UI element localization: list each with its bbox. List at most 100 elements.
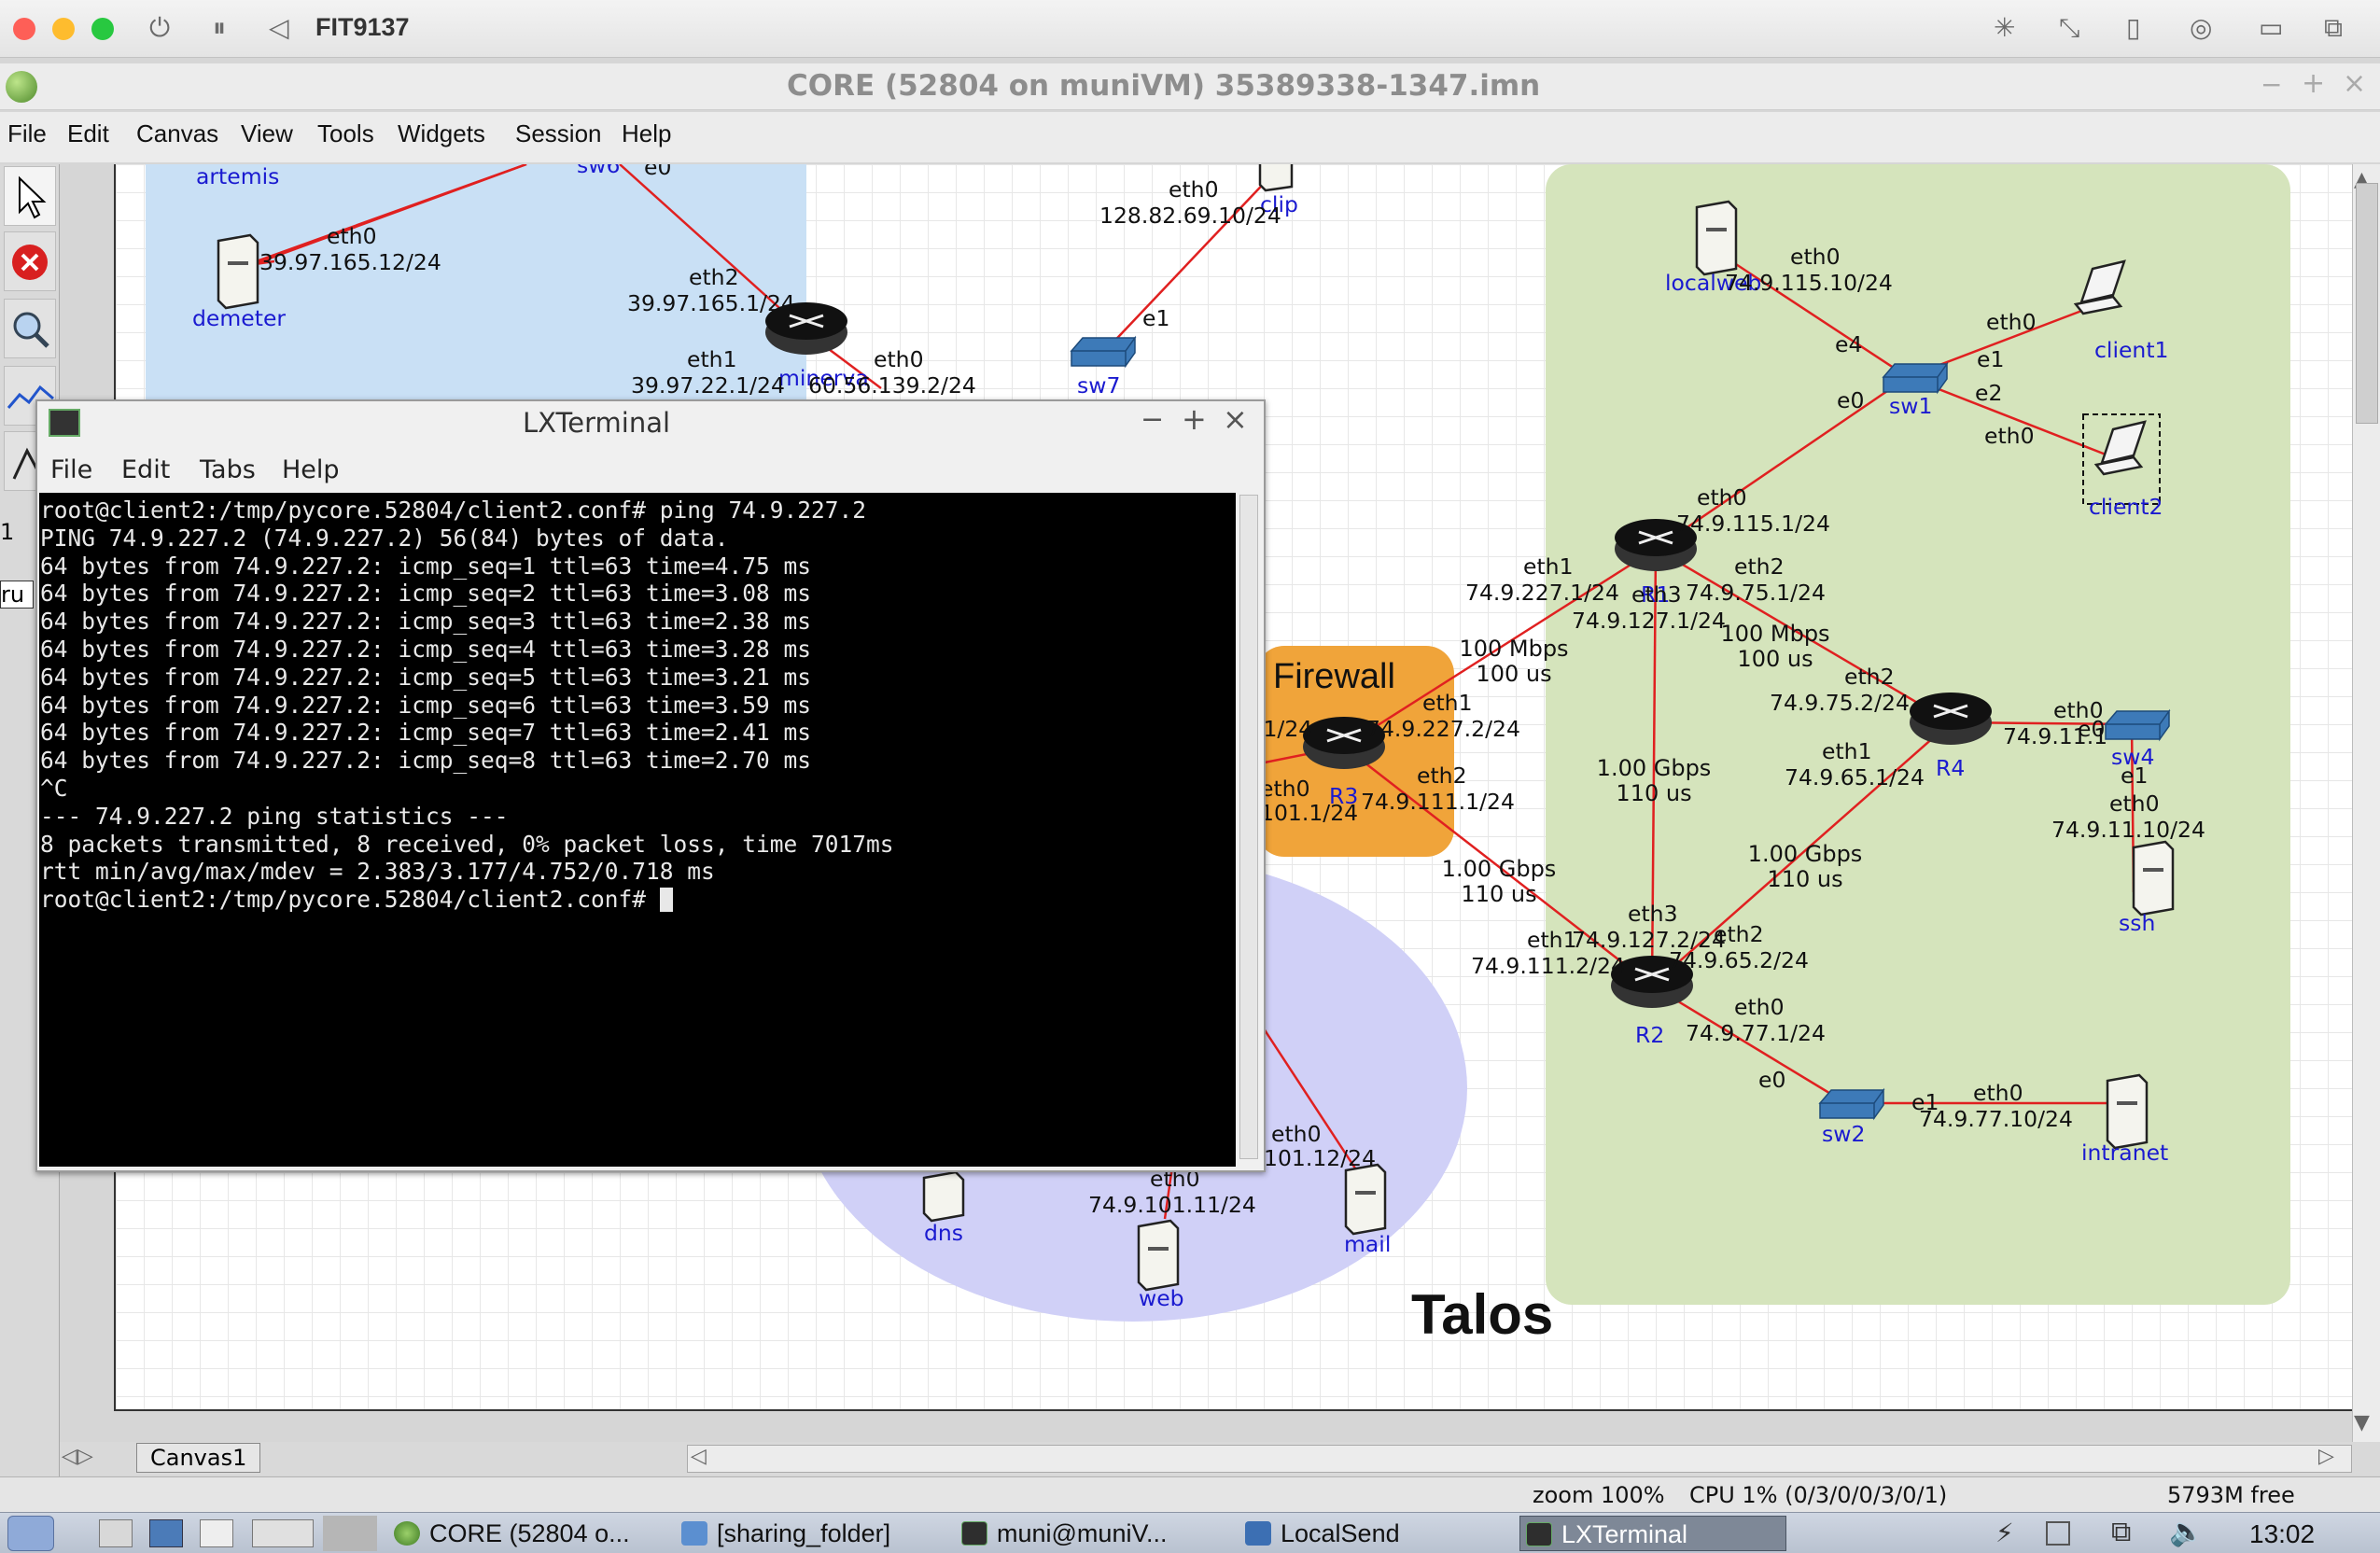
iface-ip: 74.9.115.1/24 [1676,511,1830,537]
power-tray-icon[interactable]: ⚡ [1995,1518,2014,1548]
windows-icon[interactable]: ⧉ [2324,13,2343,43]
select-tool-button[interactable] [4,166,56,226]
iface-label: e0 [1758,1067,1786,1093]
menu-widgets[interactable]: Widgets [398,119,485,148]
blank-launcher[interactable] [323,1516,377,1551]
cpu-tray-icon[interactable] [2046,1521,2070,1546]
terminal-scrollbar[interactable] [1239,495,1258,1159]
node-sw1[interactable]: sw1 [1889,394,1932,418]
task-muni-terminal[interactable]: muni@muniV... [956,1516,1168,1551]
menu-help[interactable]: Help [622,119,671,148]
zoom-window-button[interactable] [91,18,114,40]
left-stub-field[interactable]: ru [0,581,34,609]
minimize-icon[interactable]: − [2261,69,2282,100]
network-tray-icon[interactable]: ⧉ [2111,1516,2131,1548]
task-localsend[interactable]: LocalSend [1239,1516,1400,1551]
terminal-menu-tabs[interactable]: Tabs [200,455,256,484]
localsend-task-icon [1245,1521,1271,1546]
zoom-icon [13,312,49,348]
node-intranet[interactable]: intranet [2081,1140,2168,1165]
terminal-launcher-icon[interactable] [252,1519,314,1547]
usb-icon[interactable]: ▯ [2126,13,2140,43]
terminal-task-icon [1526,1522,1552,1546]
start-menu-icon[interactable] [7,1516,54,1551]
node-dns[interactable]: dns [924,1221,963,1245]
desktop-icon[interactable] [149,1519,183,1547]
stop-session-button[interactable] [4,231,56,291]
terminal-line: 64 bytes from 74.9.227.2: icmp_seq=2 ttl… [40,580,812,608]
share-icon[interactable]: ◎ [2190,13,2212,43]
power-icon[interactable]: ⏻ [149,13,170,43]
task-label: muni@muniV... [997,1519,1168,1547]
node-sw6[interactable]: sw6 [577,164,620,177]
task-sharing-folder[interactable]: [sharing_folder] [676,1516,890,1551]
scroll-down-icon[interactable]: ▼ [2354,1411,2370,1434]
menu-tools[interactable]: Tools [317,119,374,148]
node-web[interactable]: web [1139,1286,1184,1310]
iface-label: eth2 [1844,664,1895,690]
link-bandwidth-label: 1.00 Gbps 110 us [1570,756,1738,806]
task-core[interactable]: CORE (52804 o... [388,1516,630,1551]
iface-label: eth1 [1822,738,1872,764]
node-demeter[interactable]: demeter [192,306,286,330]
terminal-close-icon[interactable]: × [1223,401,1248,437]
maximize-icon[interactable]: + [2302,67,2325,100]
brightness-icon[interactable]: ✳ [1994,13,2015,43]
canvas-horizontal-scrollbar[interactable] [687,1445,2352,1473]
link-bandwidth-label: 1.00 Gbps 110 us [1415,857,1583,907]
node-mail[interactable]: mail [1344,1232,1391,1256]
task-label: LocalSend [1281,1519,1400,1547]
iface-ip: 74.9.75.1/24 [1686,580,1826,606]
terminal-line: PING 74.9.227.2 (74.9.227.2) 56(84) byte… [40,524,729,552]
zoom-tool-button[interactable] [4,299,56,358]
terminal-output[interactable]: root@client2:/tmp/pycore.52804/client2.c… [39,493,1236,1167]
node-ssh[interactable]: ssh [2119,911,2155,935]
scroll-left-icon[interactable]: ◁ [691,1445,707,1468]
menu-canvas[interactable]: Canvas [136,119,218,148]
folder-icon[interactable]: ▭ [2259,13,2283,43]
pause-icon[interactable]: ⏸ [213,13,226,43]
node-sw2[interactable]: sw2 [1822,1122,1865,1146]
terminal-line: 8 packets transmitted, 8 received, 0% pa… [40,830,894,858]
iface-label: eth0 [874,346,924,372]
stop-icon [12,245,48,280]
resize-icon[interactable]: ⤡ [2059,13,2079,43]
tab-canvas1[interactable]: Canvas1 [136,1443,261,1473]
task-lxterminal[interactable]: LXTerminal [1519,1516,1786,1551]
terminal-menu-edit[interactable]: Edit [121,455,170,484]
volume-icon[interactable]: 🔈 [2169,1516,2204,1548]
terminal-line: 64 bytes from 74.9.227.2: icmp_seq=5 ttl… [40,663,812,691]
terminal-maximize-icon[interactable]: + [1182,401,1207,437]
node-R4[interactable]: R4 [1936,756,1965,780]
iface-label: eth0 [1986,309,2037,335]
bw-text: 1.00 Gbps 110 us [1596,755,1712,806]
window-icon[interactable] [200,1519,233,1547]
node-R2[interactable]: R2 [1635,1023,1664,1047]
close-window-button[interactable] [13,18,35,40]
minimize-window-button[interactable] [52,18,75,40]
menu-view[interactable]: View [241,119,293,148]
tab-prev-icon[interactable]: ◁▷ [62,1445,93,1468]
server-icon [922,1170,965,1223]
terminal-menu-file[interactable]: File [50,455,92,484]
node-artemis[interactable]: artemis [196,164,279,189]
menu-file[interactable]: File [7,119,47,148]
terminal-menu-help[interactable]: Help [282,455,340,484]
iface-label: eth0 [2109,790,2160,817]
node-client1[interactable]: client1 [2094,338,2169,362]
scroll-right-icon[interactable]: ▷ [2318,1445,2334,1468]
task-label: CORE (52804 o... [429,1519,630,1547]
menu-session[interactable]: Session [515,119,602,148]
server-icon [1258,164,1294,192]
file-manager-icon[interactable] [99,1519,133,1547]
menu-edit[interactable]: Edit [67,119,109,148]
node-sw7[interactable]: sw7 [1077,373,1120,398]
node-client2[interactable]: client2 [2089,495,2163,519]
zoom-status: zoom 100% [1533,1482,1665,1508]
iface-label: e0 [1837,387,1865,413]
terminal-minimize-icon[interactable]: − [1141,403,1164,436]
close-icon[interactable]: × [2343,67,2366,100]
back-icon[interactable]: ◁ [269,13,289,43]
vertical-scroll-thumb[interactable] [2356,183,2378,424]
terminal-title: LXTerminal [523,407,671,439]
